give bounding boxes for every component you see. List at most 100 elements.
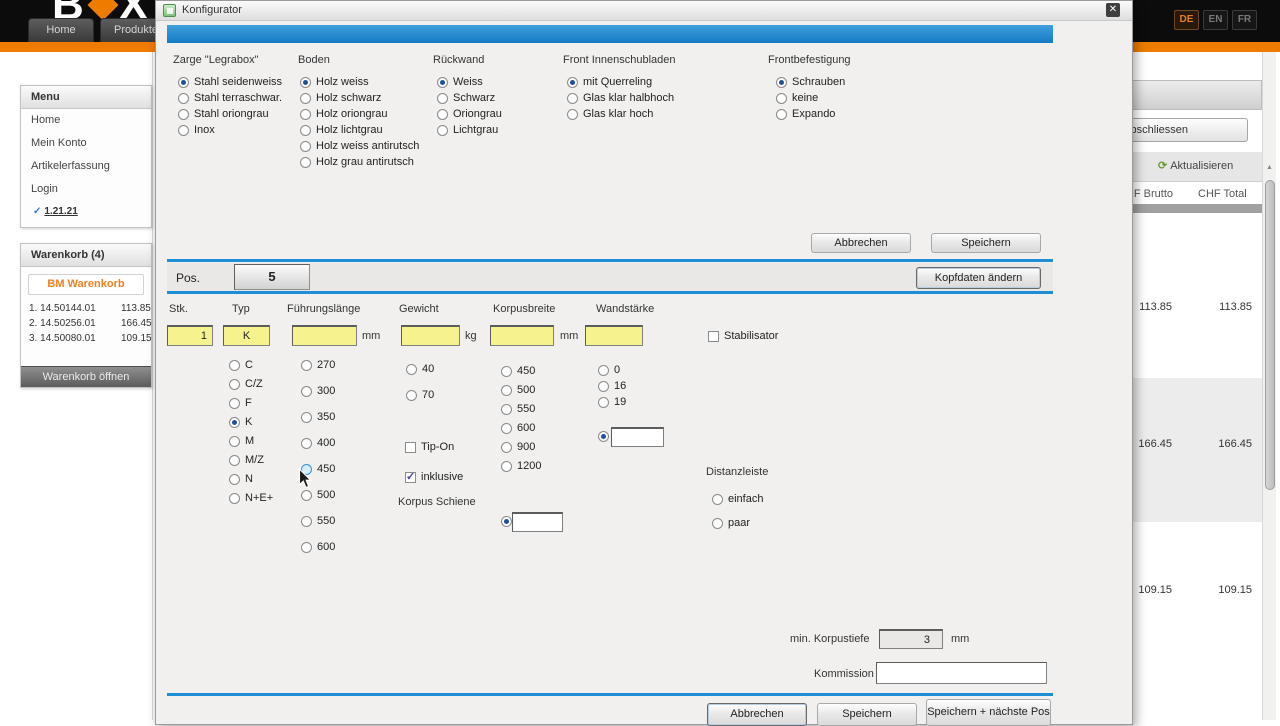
tip-on-checkbox[interactable]: Tip-On [405, 441, 454, 453]
radio-option[interactable]: 900 [501, 441, 541, 453]
radio-option[interactable]: Schwarz [437, 92, 502, 104]
table-row[interactable]: 109.15 109.15 [1132, 522, 1262, 720]
language-button[interactable]: DE [1174, 10, 1199, 30]
cart-item-row[interactable]: 1. 14.50144.01113.85 [21, 301, 151, 316]
radio-option[interactable]: F [229, 397, 273, 409]
radio-option[interactable]: 550 [501, 403, 541, 415]
head-save-button[interactable]: Speichern [931, 233, 1041, 253]
radio-option[interactable]: Lichtgrau [437, 124, 502, 136]
refresh-button[interactable]: ⟳Aktualisieren [1158, 156, 1258, 178]
radio-option[interactable]: Holz lichtgrau [300, 124, 419, 136]
radio-option[interactable]: 450 [501, 365, 541, 377]
korpusbreite-custom-input[interactable] [512, 512, 563, 532]
kopfdaten-aendern-button[interactable]: Kopfdaten ändern [916, 267, 1041, 289]
language-button[interactable]: EN [1203, 10, 1228, 30]
radio-option[interactable]: Holz schwarz [300, 92, 419, 104]
radio-option[interactable]: keine [776, 92, 845, 104]
wandstaerke-custom-input[interactable] [611, 427, 664, 447]
radio-option[interactable]: einfach [712, 493, 763, 505]
cart-item-row[interactable]: 2. 14.50256.01166.45 [21, 316, 151, 331]
wandstaerke-custom-radio[interactable] [598, 431, 609, 442]
radio-option[interactable]: Oriongrau [437, 108, 502, 120]
sidebar-menu-item[interactable]: Login [21, 178, 151, 201]
stk-input[interactable] [167, 325, 213, 346]
radio-option[interactable]: 600 [501, 422, 541, 434]
wandstaerke-input[interactable] [585, 325, 643, 346]
radio-option[interactable]: Expando [776, 108, 845, 120]
radio-option[interactable]: 40 [406, 363, 434, 375]
radio-icon [776, 77, 787, 88]
radio-option[interactable]: 600 [301, 541, 335, 553]
radio-option[interactable]: Stahl oriongrau [178, 108, 282, 120]
radio-option[interactable]: paar [712, 517, 763, 529]
scrollbar-thumb[interactable] [1265, 180, 1275, 490]
radio-option[interactable]: 270 [301, 359, 335, 371]
typ-input[interactable] [223, 325, 270, 346]
dialog-titlebar[interactable]: Konfigurator ✕ [156, 1, 1132, 21]
radio-option[interactable]: 550 [301, 515, 335, 527]
form-save-button[interactable]: Speichern [817, 703, 917, 726]
table-row[interactable]: 166.45 166.45 [1132, 378, 1262, 522]
form-save-next-button[interactable]: Speichern + nächste Pos [926, 699, 1051, 726]
group-title-front: Front Innenschubladen [563, 54, 676, 66]
radio-option[interactable]: 300 [301, 385, 335, 397]
cart-items: 1. 14.50144.01113.85 2. 14.50256.01166.4… [21, 301, 151, 346]
gewicht-unit: kg [465, 330, 477, 342]
inklusive-checkbox[interactable]: inklusive [405, 471, 463, 483]
radio-option[interactable]: Stahl terraschwar. [178, 92, 282, 104]
head-cancel-button[interactable]: Abbrechen [811, 233, 911, 253]
konfigurator-dialog: Konfigurator ✕ Zarge "Legrabox" Stahl se… [155, 0, 1133, 725]
radio-option[interactable]: C/Z [229, 378, 273, 390]
radio-label: paar [728, 517, 750, 529]
radio-option[interactable]: M [229, 435, 273, 447]
radio-icon [501, 385, 512, 396]
page-scrollbar[interactable]: ▲ [1262, 52, 1276, 720]
radio-option[interactable]: 16 [598, 380, 626, 392]
radio-option[interactable]: 350 [301, 411, 335, 423]
radio-option[interactable]: N+E+ [229, 492, 273, 504]
cart-item-row[interactable]: 3. 14.50080.01109.15 [21, 331, 151, 346]
radio-option[interactable]: mit Querreling [567, 76, 674, 88]
language-button[interactable]: FR [1232, 10, 1257, 30]
close-icon[interactable]: ✕ [1106, 3, 1120, 17]
stabilisator-checkbox[interactable]: Stabilisator [708, 330, 778, 342]
sidebar-menu-item[interactable]: Artikelerfassung [21, 155, 151, 178]
radio-option[interactable]: Weiss [437, 76, 502, 88]
radio-option[interactable]: Holz grau antirutsch [300, 156, 419, 168]
korpusbreite-input[interactable] [490, 325, 554, 346]
radio-option[interactable]: Glas klar halbhoch [567, 92, 674, 104]
form-cancel-button[interactable]: Abbrechen [707, 703, 807, 726]
radio-option[interactable]: Stahl seidenweiss [178, 76, 282, 88]
kommission-input[interactable] [876, 662, 1047, 684]
cart-selector[interactable]: BM Warenkorb [28, 274, 144, 295]
radio-option[interactable]: N [229, 473, 273, 485]
open-cart-button[interactable]: Warenkorb öffnen [21, 366, 151, 387]
radio-icon [229, 436, 240, 447]
sidebar-menu-item[interactable]: Home [21, 109, 151, 132]
radio-option[interactable]: Holz weiss [300, 76, 419, 88]
radio-option[interactable]: Holz weiss antirutsch [300, 140, 419, 152]
fuehrungslaenge-input[interactable] [292, 325, 357, 346]
radio-option[interactable]: C [229, 359, 273, 371]
sidebar-menu-item[interactable]: Mein Konto [21, 132, 151, 155]
table-row[interactable]: 113.85 113.85 [1132, 213, 1262, 378]
radio-option[interactable]: 0 [598, 364, 626, 376]
radio-icon [300, 77, 311, 88]
cart-item-article: 14.50256.01 [40, 318, 96, 329]
radio-option[interactable]: 1200 [501, 460, 541, 472]
radio-option[interactable]: M/Z [229, 454, 273, 466]
radio-option[interactable]: Schrauben [776, 76, 845, 88]
radio-option[interactable]: Holz oriongrau [300, 108, 419, 120]
radio-option[interactable]: 19 [598, 396, 626, 408]
korpusbreite-custom-radio[interactable] [501, 516, 512, 527]
nav-tab-home[interactable]: Home [28, 18, 94, 42]
radio-option[interactable]: Inox [178, 124, 282, 136]
version-link[interactable]: 1.21.21 [44, 206, 77, 217]
radio-option[interactable]: 500 [501, 384, 541, 396]
radio-option[interactable]: 400 [301, 437, 335, 449]
scroll-up-icon[interactable]: ▲ [1266, 164, 1273, 171]
radio-option[interactable]: 70 [406, 389, 434, 401]
radio-option[interactable]: Glas klar hoch [567, 108, 674, 120]
gewicht-input[interactable] [401, 325, 460, 346]
radio-option[interactable]: K [229, 416, 273, 428]
